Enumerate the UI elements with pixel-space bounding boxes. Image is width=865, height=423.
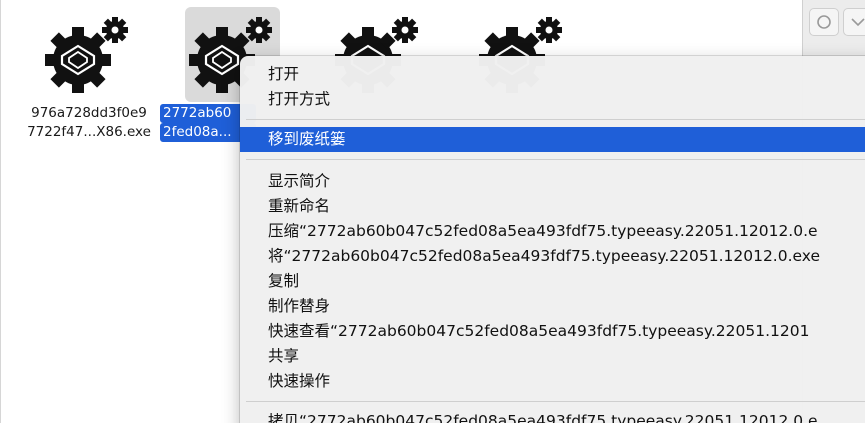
menu-item-share[interactable]: 共享: [240, 344, 865, 369]
file-name-line: 7722f47...X86.exe: [27, 124, 151, 140]
menu-item-quick-look[interactable]: 快速查看“2772ab60b047c52fed08a5ea493fdf75.ty…: [240, 319, 865, 344]
menu-item-make-alias[interactable]: 制作替身: [240, 294, 865, 319]
toolbar-button[interactable]: [809, 8, 839, 36]
chevron-down-icon: [851, 18, 865, 27]
menu-separator: [246, 119, 865, 120]
menu-item-duplicate[interactable]: 复制: [240, 269, 865, 294]
desktop-region: 976a728dd3f0e9 7722f47...X86.exe 2772ab6…: [0, 0, 865, 423]
share-icon: [817, 15, 831, 29]
menu-separator: [246, 401, 865, 402]
menu-item-open[interactable]: 打开: [240, 62, 865, 87]
toolbar-fragment: [803, 0, 865, 55]
menu-item-rename[interactable]: 重新命名: [240, 194, 865, 219]
toolbar-button[interactable]: [843, 8, 865, 36]
menu-item-copy[interactable]: 拷贝“2772ab60b047c52fed08a5ea493fdf75.type…: [240, 409, 865, 423]
menu-item-quick-actions[interactable]: 快速操作: [240, 369, 865, 394]
file-icon-1[interactable]: [43, 16, 133, 98]
file-name-1[interactable]: 976a728dd3f0e9 7722f47...X86.exe: [19, 104, 159, 142]
menu-item-get-info[interactable]: 显示简介: [240, 169, 865, 194]
menu-item-move-to-trash[interactable]: 移到废纸篓: [240, 127, 865, 152]
menu-item-open-with[interactable]: 打开方式: [240, 87, 865, 112]
file-name-line: 976a728dd3f0e9: [31, 105, 147, 121]
menu-item-compress[interactable]: 压缩“2772ab60b047c52fed08a5ea493fdf75.type…: [240, 219, 865, 244]
gear-app-icon: [45, 17, 128, 93]
menu-item-burn[interactable]: 将“2772ab60b047c52fed08a5ea493fdf75.typee…: [240, 244, 865, 269]
context-menu: 打开 打开方式 移到废纸篓 显示简介 重新命名 压缩“2772ab60b047c…: [240, 56, 865, 423]
menu-separator: [246, 159, 865, 160]
